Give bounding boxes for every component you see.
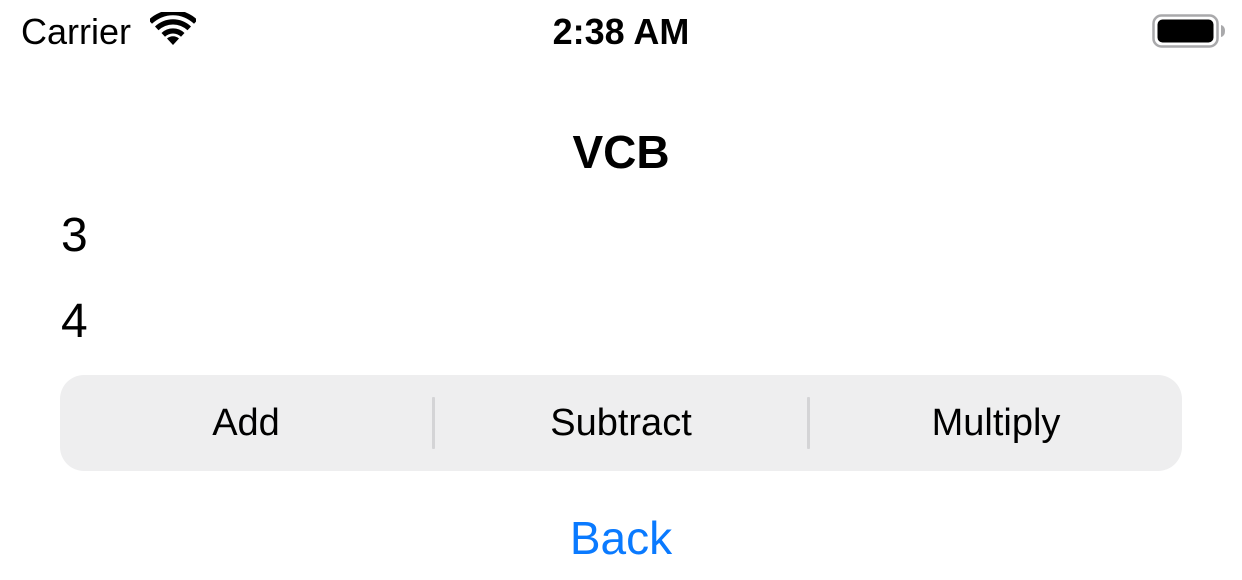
status-time: 2:38 AM [552,11,690,52]
page-title: VCB [572,126,670,178]
segment-multiply[interactable]: Multiply [810,375,1182,471]
operation-segmented-control: Add Subtract Multiply [60,375,1182,471]
first-value-label: 3 [61,209,88,262]
app-screen: Carrier 2:38 AM VCB 3 4 Add Subtract Mul… [0,0,1242,580]
segment-subtract[interactable]: Subtract [435,375,807,471]
segment-add[interactable]: Add [60,375,432,471]
battery-full-icon [1152,14,1225,48]
back-button[interactable]: Back [0,510,1242,566]
second-value-label: 4 [61,295,88,348]
status-bar: Carrier 2:38 AM [0,0,1242,64]
